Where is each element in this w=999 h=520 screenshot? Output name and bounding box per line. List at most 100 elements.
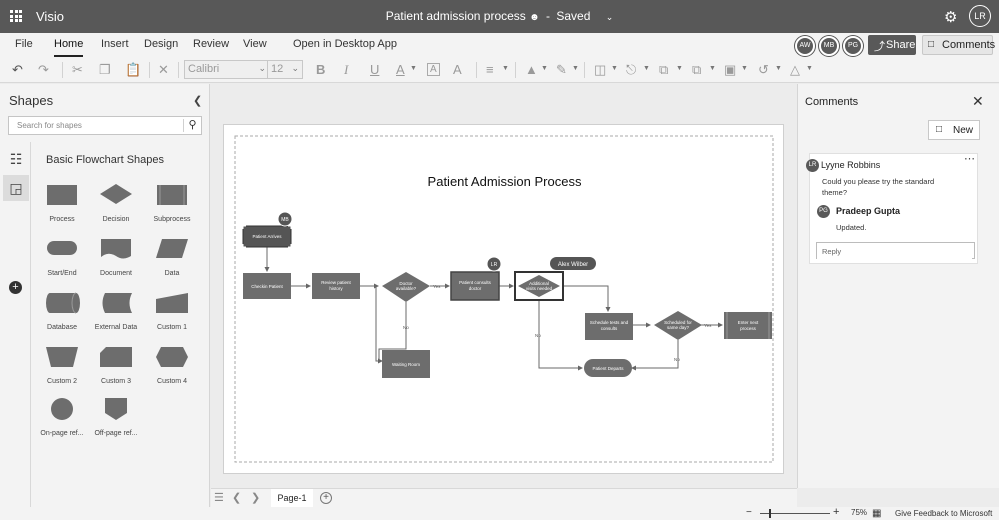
- shape-waiting-room[interactable]: Waiting Room: [382, 350, 430, 378]
- tab-design[interactable]: Design: [144, 38, 178, 50]
- tab-home[interactable]: Home: [54, 38, 84, 57]
- document-title[interactable]: Patient admission process: [386, 9, 526, 23]
- account-avatar[interactable]: LR: [969, 5, 991, 27]
- shape-doctor-available[interactable]: Doctor available?: [382, 272, 430, 302]
- align-text-icon[interactable]: ≡: [486, 62, 494, 77]
- shape-schedule-tests[interactable]: Schedule tests and consults: [585, 313, 633, 340]
- collapse-panel-icon[interactable]: ❮: [193, 94, 202, 107]
- chevron-down-icon[interactable]: ▼: [541, 65, 548, 72]
- tab-file[interactable]: File: [15, 38, 33, 50]
- shape-enter-next-process[interactable]: Enter next process: [724, 312, 772, 339]
- share-button[interactable]: ⤴ Share: [868, 35, 916, 55]
- undo-icon[interactable]: ↶: [12, 62, 23, 78]
- connector[interactable]: [561, 285, 611, 312]
- shape-document[interactable]: Document: [88, 236, 144, 288]
- shape-custom-3[interactable]: Custom 3: [88, 344, 144, 396]
- paste-icon[interactable]: 📋: [125, 62, 141, 78]
- shape-start-end[interactable]: Start/End: [34, 236, 90, 288]
- tab-view[interactable]: View: [243, 38, 267, 50]
- shape-on-page-reference[interactable]: On-page ref...: [34, 396, 90, 448]
- collaborator-avatar-pg[interactable]: PG: [843, 36, 863, 56]
- connector[interactable]: [538, 301, 583, 371]
- close-icon[interactable]: ✕: [972, 93, 984, 110]
- comments-button[interactable]: □ Comments: [922, 35, 995, 55]
- arrange-icon[interactable]: ⧉: [659, 62, 668, 78]
- font-color-button[interactable]: A: [396, 62, 405, 77]
- chevron-down-icon[interactable]: ▼: [741, 65, 748, 72]
- shape-additional-visits-needed[interactable]: Additional visits needed: [514, 271, 564, 301]
- presence-avatar-lr[interactable]: LR: [486, 256, 502, 272]
- reply-box[interactable]: [816, 242, 975, 259]
- text-box-button[interactable]: A: [427, 63, 440, 76]
- underline-button[interactable]: U: [370, 62, 379, 77]
- shape-search-box[interactable]: ⚲: [8, 116, 202, 135]
- comment-thread[interactable]: LR Lyyne Robbins ⋯ Could you please try …: [806, 152, 978, 264]
- presence-tag-alex-wilber[interactable]: Alex Wilber: [550, 257, 596, 270]
- chevron-down-icon[interactable]: ▼: [676, 65, 683, 72]
- zoom-slider-thumb[interactable]: [769, 509, 771, 518]
- align-shapes-icon[interactable]: ◫: [594, 62, 606, 78]
- styles-icon[interactable]: △: [790, 62, 800, 78]
- zoom-out-button[interactable]: −: [746, 507, 752, 518]
- drawing-page[interactable]: Patient Admission Process Yes No No Yes …: [223, 124, 784, 474]
- collaborator-avatar-aw[interactable]: AW: [795, 36, 815, 56]
- chevron-down-icon[interactable]: ▼: [806, 65, 813, 72]
- add-page-icon[interactable]: +: [320, 492, 332, 504]
- page-tab[interactable]: Page-1: [271, 489, 313, 507]
- shape-checkin-patient[interactable]: Checkin Patient: [243, 273, 291, 299]
- connector[interactable]: [631, 340, 679, 371]
- previous-page-icon[interactable]: ❮: [232, 491, 241, 504]
- shape-custom-4[interactable]: Custom 4: [144, 344, 200, 396]
- chevron-down-icon[interactable]: ▼: [502, 65, 509, 72]
- chevron-down-icon[interactable]: ▼: [410, 65, 417, 72]
- chevron-down-icon[interactable]: ▼: [775, 65, 782, 72]
- shape-decision[interactable]: Decision: [88, 182, 144, 234]
- font-size-select[interactable]: 12 ⌄: [267, 60, 303, 79]
- chevron-down-icon[interactable]: ▼: [643, 65, 650, 72]
- flowchart-stencil-icon[interactable]: ◲: [3, 175, 29, 201]
- chevron-down-icon[interactable]: ⌄: [606, 12, 614, 23]
- size-icon[interactable]: ▣: [724, 62, 736, 78]
- tab-insert[interactable]: Insert: [101, 38, 129, 50]
- tab-review[interactable]: Review: [193, 38, 229, 50]
- org-chart-stencil-icon[interactable]: ☷: [3, 146, 29, 172]
- chevron-down-icon[interactable]: ▼: [572, 65, 579, 72]
- open-in-desktop-app-link[interactable]: Open in Desktop App: [293, 38, 397, 50]
- shape-off-page-reference[interactable]: Off-page ref...: [88, 396, 144, 448]
- font-name-select[interactable]: Calibri ⌄: [184, 60, 270, 79]
- shape-subprocess[interactable]: Subprocess: [144, 182, 200, 234]
- italic-button[interactable]: I: [344, 62, 348, 78]
- zoom-in-button[interactable]: +: [833, 506, 839, 518]
- fit-to-window-icon[interactable]: ▦: [872, 508, 881, 519]
- settings-gear-icon[interactable]: ⚙: [944, 8, 957, 26]
- collaborator-avatar-mb[interactable]: MB: [819, 36, 839, 56]
- shape-scheduled-same-day[interactable]: Scheduled for same day?: [654, 311, 702, 340]
- chevron-down-icon[interactable]: ▼: [611, 65, 618, 72]
- search-icon[interactable]: ⚲: [183, 119, 201, 132]
- drawing-canvas[interactable]: ▭ Patient Admission Process: [211, 84, 797, 488]
- next-page-icon[interactable]: ❯: [251, 491, 260, 504]
- shape-review-patient-history[interactable]: Review patient history: [312, 273, 360, 299]
- redo-icon[interactable]: ↷: [38, 62, 49, 78]
- more-options-icon[interactable]: ⋯: [964, 152, 976, 165]
- shape-data[interactable]: Data: [144, 236, 200, 288]
- shape-custom-1[interactable]: Custom 1: [144, 290, 200, 342]
- group-icon[interactable]: ⧉: [692, 62, 701, 78]
- chevron-down-icon[interactable]: ▼: [709, 65, 716, 72]
- bold-button[interactable]: B: [316, 62, 325, 77]
- shape-patient-arrives[interactable]: Patient Arrives: [242, 225, 292, 248]
- delete-icon[interactable]: ✕: [158, 62, 169, 78]
- add-stencil-icon[interactable]: +: [9, 281, 22, 294]
- shape-custom-2[interactable]: Custom 2: [34, 344, 90, 396]
- document-title-area[interactable]: Patient admission process ☻ - Saved ⌄: [0, 9, 999, 23]
- shape-external-data[interactable]: External Data: [88, 290, 144, 342]
- copy-icon[interactable]: ❐: [99, 62, 111, 78]
- shape-patient-departs[interactable]: Patient Departs: [584, 359, 632, 377]
- shape-patient-consults-doctor[interactable]: Patient consults doctor: [450, 271, 500, 301]
- grow-font-button[interactable]: A: [453, 62, 462, 77]
- new-comment-button[interactable]: □ New: [928, 120, 980, 140]
- shape-search-input[interactable]: [9, 117, 179, 134]
- zoom-level[interactable]: 75%: [851, 508, 867, 517]
- fill-color-icon[interactable]: ▲: [525, 62, 538, 77]
- line-color-icon[interactable]: ✎: [556, 62, 567, 78]
